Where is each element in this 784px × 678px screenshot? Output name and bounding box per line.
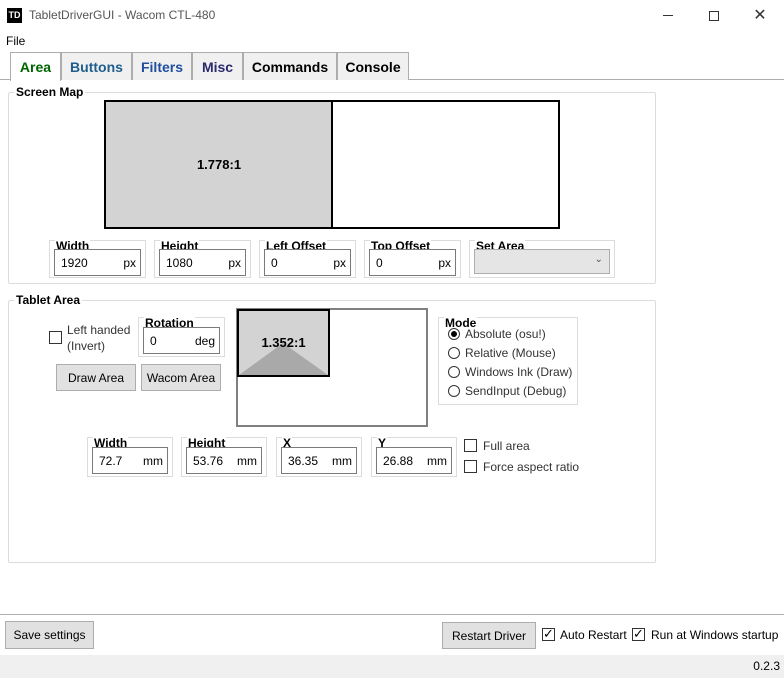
- tablet-x-box: X 36.35 mm: [276, 436, 362, 477]
- draw-area-button[interactable]: Draw Area: [56, 364, 136, 391]
- screen-left-offset-box: Left Offset 0 px: [259, 239, 356, 278]
- left-handed-label-line1: Left handed: [67, 323, 131, 337]
- close-button[interactable]: ✕: [737, 0, 783, 31]
- tab-misc[interactable]: Misc: [192, 52, 243, 80]
- tablet-width-unit: mm: [143, 454, 163, 468]
- left-handed-label: Left handed (Invert): [67, 322, 130, 354]
- mode-windows-ink-radio[interactable]: [448, 366, 460, 378]
- auto-restart-label[interactable]: Auto Restart: [560, 628, 627, 642]
- tab-console[interactable]: Console: [337, 52, 409, 80]
- tablet-y-input[interactable]: 26.88 mm: [376, 447, 452, 474]
- screen-top-offset-unit: px: [438, 256, 451, 270]
- minimize-button[interactable]: [645, 0, 691, 31]
- screen-left-offset-input[interactable]: 0 px: [264, 249, 351, 276]
- tablet-area-canvas[interactable]: 1.352:1: [236, 308, 428, 427]
- tablet-x-unit: mm: [332, 454, 352, 468]
- full-area-label[interactable]: Full area: [483, 439, 530, 453]
- mode-sendinput-radio[interactable]: [448, 385, 460, 397]
- menu-bar: File: [0, 31, 784, 51]
- version-label: 0.2.3: [753, 659, 780, 673]
- chevron-down-icon: ⌄: [594, 254, 603, 265]
- rotation-box: Rotation 0 deg: [138, 316, 225, 357]
- rotation-input[interactable]: 0 deg: [143, 327, 220, 354]
- wacom-area-button[interactable]: Wacom Area: [141, 364, 221, 391]
- maximize-icon: [709, 10, 719, 21]
- tablet-y-box: Y 26.88 mm: [371, 436, 457, 477]
- screen-map-title: Screen Map: [14, 85, 86, 99]
- screen-height-box: Height 1080 px: [154, 239, 251, 278]
- tablet-area-title: Tablet Area: [14, 293, 83, 307]
- close-icon: ✕: [753, 6, 767, 24]
- tablet-width-value: 72.7: [99, 454, 123, 468]
- screen-left-offset-unit: px: [333, 256, 346, 270]
- mode-absolute-radio[interactable]: [448, 328, 460, 340]
- screen-map-ratio: 1.778:1: [196, 157, 242, 172]
- tablet-y-value: 26.88: [383, 454, 414, 468]
- area-tab-content: Screen Map 1.778:1 Width 1920 px Height …: [0, 80, 784, 614]
- screen-width-box: Width 1920 px: [49, 239, 146, 278]
- set-area-dropdown[interactable]: ⌄: [474, 249, 610, 274]
- screen-map-canvas[interactable]: 1.778:1: [104, 100, 560, 229]
- tablet-area-ratio: 1.352:1: [261, 335, 306, 350]
- screen-height-input[interactable]: 1080 px: [159, 249, 246, 276]
- mode-relative-radio[interactable]: [448, 347, 460, 359]
- mode-relative-label[interactable]: Relative (Mouse): [465, 346, 556, 360]
- menu-file[interactable]: File: [6, 34, 25, 48]
- mode-box: Mode Absolute (osu!) Relative (Mouse) Wi…: [438, 316, 578, 405]
- full-area-checkbox[interactable]: [464, 439, 477, 452]
- maximize-button[interactable]: [691, 0, 737, 31]
- mode-windows-ink-label[interactable]: Windows Ink (Draw): [465, 365, 572, 379]
- tab-buttons[interactable]: Buttons: [61, 52, 132, 80]
- app-icon: TD: [7, 8, 22, 23]
- force-aspect-label[interactable]: Force aspect ratio: [483, 460, 579, 474]
- window-title: TabletDriverGUI - Wacom CTL-480: [29, 8, 216, 22]
- screen-top-offset-value: 0: [376, 256, 383, 270]
- tablet-height-box: Height 53.76 mm: [181, 436, 267, 477]
- tablet-x-value: 36.35: [288, 454, 319, 468]
- tablet-height-input[interactable]: 53.76 mm: [186, 447, 262, 474]
- left-handed-checkbox[interactable]: [49, 331, 62, 344]
- screen-width-value: 1920: [61, 256, 88, 270]
- save-settings-button[interactable]: Save settings: [5, 621, 94, 649]
- tablet-width-input[interactable]: 72.7 mm: [92, 447, 168, 474]
- screen-left-offset-value: 0: [271, 256, 278, 270]
- force-aspect-checkbox[interactable]: [464, 460, 477, 473]
- tablet-y-unit: mm: [427, 454, 447, 468]
- screen-width-unit: px: [123, 256, 136, 270]
- bottom-bar: Save settings Restart Driver Auto Restar…: [0, 615, 784, 655]
- tablet-area-selection[interactable]: 1.352:1: [237, 309, 330, 377]
- screen-top-offset-box: Top Offset 0 px: [364, 239, 461, 278]
- tablet-width-box: Width 72.7 mm: [87, 436, 173, 477]
- screen-width-input[interactable]: 1920 px: [54, 249, 141, 276]
- auto-restart-checkbox[interactable]: [542, 626, 555, 642]
- rotation-unit: deg: [194, 334, 215, 348]
- left-handed-label-line2: (Invert): [67, 339, 106, 353]
- restart-driver-button[interactable]: Restart Driver: [442, 622, 536, 649]
- screen-top-offset-input[interactable]: 0 px: [369, 249, 456, 276]
- rotation-value: 0: [150, 334, 157, 348]
- mode-sendinput-label[interactable]: SendInput (Debug): [465, 384, 566, 398]
- tab-commands[interactable]: Commands: [243, 52, 337, 80]
- tablet-height-value: 53.76: [193, 454, 224, 468]
- set-area-box: Set Area ⌄: [469, 239, 615, 278]
- tablet-x-input[interactable]: 36.35 mm: [281, 447, 357, 474]
- run-startup-label[interactable]: Run at Windows startup: [651, 628, 778, 642]
- minimize-icon: [663, 15, 673, 16]
- mode-absolute-label[interactable]: Absolute (osu!): [465, 327, 546, 341]
- screen-height-value: 1080: [166, 256, 193, 270]
- tablet-height-unit: mm: [237, 454, 257, 468]
- title-bar: TD TabletDriverGUI - Wacom CTL-480 ✕: [0, 0, 784, 31]
- tab-filters[interactable]: Filters: [132, 52, 192, 80]
- tab-area[interactable]: Area: [10, 52, 61, 81]
- screen-height-unit: px: [228, 256, 241, 270]
- run-startup-checkbox[interactable]: [632, 626, 645, 642]
